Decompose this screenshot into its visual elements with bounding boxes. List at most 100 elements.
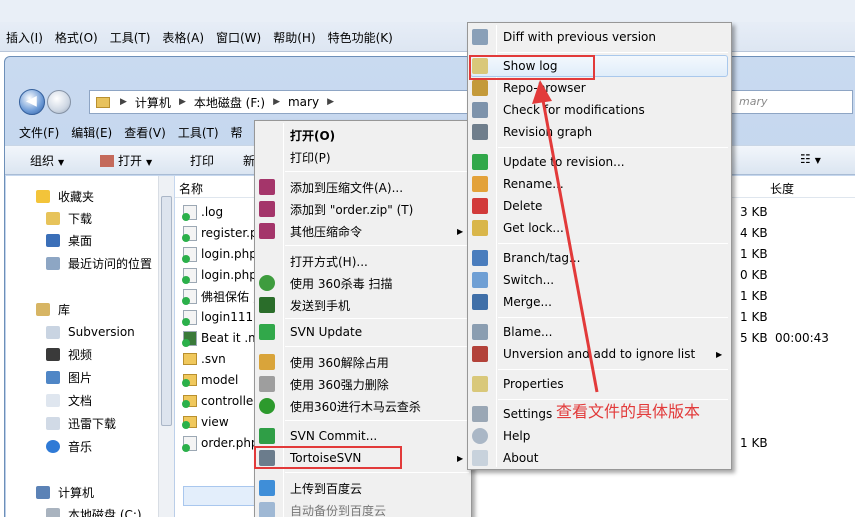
nav-subversion[interactable]: Subversion (46, 322, 135, 342)
menu-separator (498, 52, 728, 53)
nav-libraries[interactable]: 库 (36, 299, 70, 319)
print-button[interactable]: 打印 (190, 152, 214, 169)
nav-music[interactable]: 音乐 (46, 436, 92, 456)
annotation-highlight-tortoisesvn (254, 446, 402, 469)
menu-special[interactable]: 特色功能(K) (322, 28, 399, 48)
svn-folder-icon (182, 416, 197, 429)
breadcrumb-computer[interactable]: 计算机 (131, 94, 175, 111)
menu-label: Branch/tag... (503, 251, 581, 265)
menu-label: Get lock... (503, 221, 564, 235)
file-row[interactable]: login.php (182, 265, 257, 285)
explorer-menubar: 文件(F) 编辑(E) 查看(V) 工具(T) 帮 (13, 123, 249, 143)
submenu-arrow-icon: ▶ (457, 226, 464, 236)
nav-thunder[interactable]: 迅雷下载 (46, 413, 116, 433)
nav-desktop[interactable]: 桌面 (46, 230, 92, 250)
magnifier-icon (472, 29, 488, 45)
nav-pictures[interactable]: 图片 (46, 367, 92, 387)
nav-documents[interactable]: 文档 (46, 390, 92, 410)
open-button[interactable]: 打开 ▼ (100, 152, 152, 169)
winrar-icon (259, 223, 275, 239)
breadcrumb-disk[interactable]: 本地磁盘 (F:) (190, 94, 269, 111)
menu-view[interactable]: 查看(V) (118, 123, 172, 143)
nav-localdisk[interactable]: 本地磁盘 (C:) (46, 504, 142, 517)
blame-icon (472, 324, 488, 340)
winrar-icon (259, 201, 275, 217)
file-row[interactable]: .log (182, 202, 223, 222)
about-icon (472, 450, 488, 466)
menu-label: Unversion and add to ignore list (503, 347, 696, 361)
svn-file-icon (182, 435, 197, 452)
svn-unversion-ignore[interactable]: Unversion and add to ignore list ▶ (470, 343, 728, 365)
menu-label: 其他压缩命令 (290, 224, 363, 239)
menu-edit[interactable]: 编辑(E) (65, 123, 118, 143)
computer-icon (36, 485, 50, 499)
file-row[interactable]: login111.p (182, 307, 265, 327)
menu-format[interactable]: 格式(O) (49, 28, 104, 48)
branch-icon (472, 250, 488, 266)
column-name[interactable]: 名称 (179, 180, 203, 197)
menu-label: 发送到手机 (290, 298, 351, 313)
nav-scrollbar[interactable] (158, 176, 174, 517)
nav-label: 迅雷下载 (68, 416, 117, 431)
menu-label: 使用 360强力删除 (290, 377, 389, 392)
menu-label: 打开(O) (290, 128, 336, 143)
star-icon (36, 189, 50, 203)
menu-window[interactable]: 窗口(W) (210, 28, 267, 48)
file-row[interactable]: controller (182, 391, 259, 411)
chevron-right-icon: ▶ (120, 97, 127, 107)
file-name: order.php (201, 436, 259, 450)
forward-button[interactable] (47, 90, 71, 114)
svn-file-icon (182, 225, 197, 242)
file-name: register.p (201, 226, 258, 240)
menu-tools[interactable]: 工具(T) (104, 28, 157, 48)
file-row[interactable]: order.php (182, 433, 259, 453)
nav-recent[interactable]: 最近访问的位置 (46, 253, 152, 273)
pencil-icon (472, 176, 488, 192)
nav-label: 库 (58, 302, 71, 317)
file-row[interactable]: Beat it .m (182, 328, 260, 348)
nav-label: 下载 (68, 211, 93, 226)
svn-folder-icon (182, 395, 197, 408)
menu-help[interactable]: 帮 (225, 123, 249, 143)
file-row[interactable]: .svn (183, 349, 226, 369)
file-name: .svn (201, 352, 226, 366)
phone-icon (259, 297, 275, 313)
file-row[interactable]: login.php (182, 244, 257, 264)
svn-file-icon (182, 288, 197, 305)
nav-label: 收藏夹 (58, 189, 95, 204)
menu-insert[interactable]: 插入(I) (0, 28, 49, 48)
file-row[interactable]: view (182, 412, 229, 432)
breadcrumb-mary[interactable]: mary (284, 95, 323, 109)
file-size: 1 KB (740, 436, 768, 450)
file-name: login.php (201, 268, 257, 282)
menu-help[interactable]: 帮助(H) (267, 28, 321, 48)
nav-downloads[interactable]: 下载 (46, 208, 92, 228)
menu-separator (498, 317, 728, 318)
downloads-icon (46, 211, 60, 225)
nav-favorites[interactable]: 收藏夹 (36, 186, 94, 206)
back-button[interactable]: ◀ (19, 89, 45, 115)
nav-computer[interactable]: 计算机 (36, 482, 94, 502)
music-icon (46, 439, 60, 453)
file-row[interactable]: 佛祖保佑 , (182, 286, 257, 306)
view-options-button[interactable]: ☷ ▼ (800, 152, 821, 166)
menu-label: About (503, 451, 539, 465)
menu-file[interactable]: 文件(F) (13, 123, 65, 143)
organize-button[interactable]: 组织 ▼ (30, 152, 64, 169)
folder-icon (96, 96, 110, 108)
menu-label: Blame... (503, 325, 553, 339)
file-name: controller (201, 394, 259, 408)
menu-other-compress[interactable]: 其他压缩命令 ▶ (257, 220, 467, 242)
menu-tools[interactable]: 工具(T) (172, 123, 225, 143)
address-bar[interactable]: ▶ 计算机 ▶ 本地磁盘 (F:) ▶ mary ▶ (89, 90, 469, 114)
file-row[interactable]: model (182, 370, 238, 390)
file-row[interactable]: register.p (182, 223, 258, 243)
scrollbar-thumb[interactable] (161, 196, 172, 426)
menu-label: Repo-browser (503, 81, 586, 95)
nav-videos[interactable]: 视频 (46, 344, 92, 364)
documents-icon (46, 393, 60, 407)
menu-table[interactable]: 表格(A) (156, 28, 210, 48)
shredder-icon (259, 376, 275, 392)
file-name: login.php (201, 247, 257, 261)
column-length[interactable]: 长度 (770, 180, 794, 197)
